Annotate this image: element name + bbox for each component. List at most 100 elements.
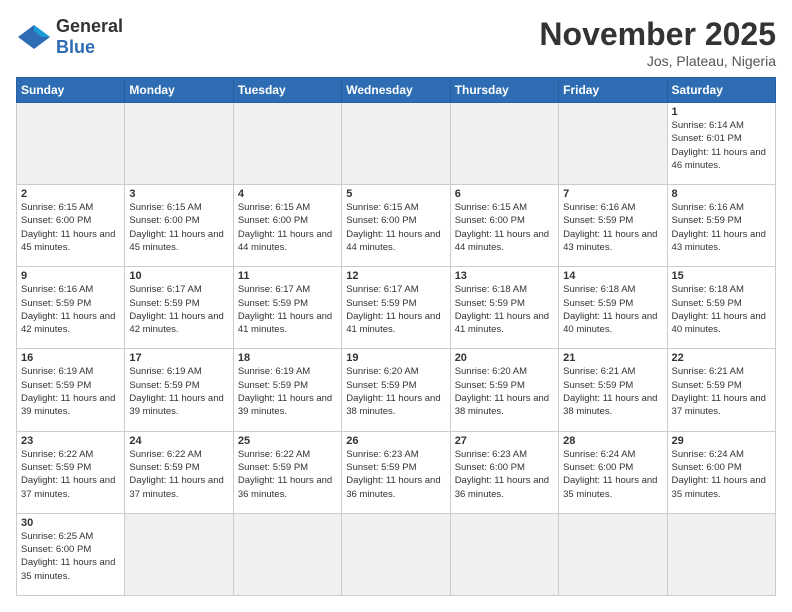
table-row: 6Sunrise: 6:15 AM Sunset: 6:00 PM Daylig… <box>450 185 558 267</box>
month-title: November 2025 <box>539 16 776 53</box>
table-row <box>450 513 558 595</box>
col-saturday: Saturday <box>667 78 775 103</box>
logo-text: General Blue <box>56 16 123 58</box>
table-row: 3Sunrise: 6:15 AM Sunset: 6:00 PM Daylig… <box>125 185 233 267</box>
day-number: 8 <box>672 188 771 200</box>
day-info: Sunrise: 6:19 AM Sunset: 5:59 PM Dayligh… <box>21 365 120 418</box>
day-number: 30 <box>21 517 120 529</box>
table-row: 27Sunrise: 6:23 AM Sunset: 6:00 PM Dayli… <box>450 431 558 513</box>
day-info: Sunrise: 6:20 AM Sunset: 5:59 PM Dayligh… <box>455 365 554 418</box>
day-number: 19 <box>346 352 445 364</box>
day-number: 26 <box>346 435 445 447</box>
day-info: Sunrise: 6:22 AM Sunset: 5:59 PM Dayligh… <box>238 448 337 501</box>
day-info: Sunrise: 6:21 AM Sunset: 5:59 PM Dayligh… <box>563 365 662 418</box>
col-thursday: Thursday <box>450 78 558 103</box>
day-info: Sunrise: 6:24 AM Sunset: 6:00 PM Dayligh… <box>672 448 771 501</box>
calendar-week-row: 23Sunrise: 6:22 AM Sunset: 5:59 PM Dayli… <box>17 431 776 513</box>
table-row: 19Sunrise: 6:20 AM Sunset: 5:59 PM Dayli… <box>342 349 450 431</box>
table-row: 8Sunrise: 6:16 AM Sunset: 5:59 PM Daylig… <box>667 185 775 267</box>
calendar-table: Sunday Monday Tuesday Wednesday Thursday… <box>16 77 776 596</box>
day-info: Sunrise: 6:17 AM Sunset: 5:59 PM Dayligh… <box>129 283 228 336</box>
day-number: 16 <box>21 352 120 364</box>
day-info: Sunrise: 6:22 AM Sunset: 5:59 PM Dayligh… <box>129 448 228 501</box>
day-info: Sunrise: 6:21 AM Sunset: 5:59 PM Dayligh… <box>672 365 771 418</box>
table-row <box>125 513 233 595</box>
table-row: 12Sunrise: 6:17 AM Sunset: 5:59 PM Dayli… <box>342 267 450 349</box>
col-wednesday: Wednesday <box>342 78 450 103</box>
table-row: 18Sunrise: 6:19 AM Sunset: 5:59 PM Dayli… <box>233 349 341 431</box>
col-sunday: Sunday <box>17 78 125 103</box>
table-row: 25Sunrise: 6:22 AM Sunset: 5:59 PM Dayli… <box>233 431 341 513</box>
day-number: 9 <box>21 270 120 282</box>
day-number: 25 <box>238 435 337 447</box>
day-number: 13 <box>455 270 554 282</box>
calendar-week-row: 9Sunrise: 6:16 AM Sunset: 5:59 PM Daylig… <box>17 267 776 349</box>
day-info: Sunrise: 6:15 AM Sunset: 6:00 PM Dayligh… <box>346 201 445 254</box>
day-info: Sunrise: 6:15 AM Sunset: 6:00 PM Dayligh… <box>21 201 120 254</box>
day-number: 24 <box>129 435 228 447</box>
table-row: 29Sunrise: 6:24 AM Sunset: 6:00 PM Dayli… <box>667 431 775 513</box>
day-number: 4 <box>238 188 337 200</box>
table-row: 7Sunrise: 6:16 AM Sunset: 5:59 PM Daylig… <box>559 185 667 267</box>
table-row: 30Sunrise: 6:25 AM Sunset: 6:00 PM Dayli… <box>17 513 125 595</box>
day-info: Sunrise: 6:17 AM Sunset: 5:59 PM Dayligh… <box>346 283 445 336</box>
day-number: 6 <box>455 188 554 200</box>
day-number: 7 <box>563 188 662 200</box>
day-number: 29 <box>672 435 771 447</box>
day-info: Sunrise: 6:18 AM Sunset: 5:59 PM Dayligh… <box>455 283 554 336</box>
table-row <box>450 103 558 185</box>
table-row: 13Sunrise: 6:18 AM Sunset: 5:59 PM Dayli… <box>450 267 558 349</box>
day-number: 17 <box>129 352 228 364</box>
day-number: 14 <box>563 270 662 282</box>
table-row <box>559 513 667 595</box>
table-row <box>559 103 667 185</box>
table-row: 17Sunrise: 6:19 AM Sunset: 5:59 PM Dayli… <box>125 349 233 431</box>
page: General Blue November 2025 Jos, Plateau,… <box>0 0 792 612</box>
day-number: 15 <box>672 270 771 282</box>
day-info: Sunrise: 6:15 AM Sunset: 6:00 PM Dayligh… <box>455 201 554 254</box>
day-info: Sunrise: 6:16 AM Sunset: 5:59 PM Dayligh… <box>563 201 662 254</box>
table-row: 2Sunrise: 6:15 AM Sunset: 6:00 PM Daylig… <box>17 185 125 267</box>
table-row <box>17 103 125 185</box>
day-number: 12 <box>346 270 445 282</box>
day-info: Sunrise: 6:19 AM Sunset: 5:59 PM Dayligh… <box>129 365 228 418</box>
calendar-week-row: 16Sunrise: 6:19 AM Sunset: 5:59 PM Dayli… <box>17 349 776 431</box>
day-number: 28 <box>563 435 662 447</box>
day-info: Sunrise: 6:16 AM Sunset: 5:59 PM Dayligh… <box>21 283 120 336</box>
day-number: 22 <box>672 352 771 364</box>
table-row: 22Sunrise: 6:21 AM Sunset: 5:59 PM Dayli… <box>667 349 775 431</box>
day-number: 10 <box>129 270 228 282</box>
title-block: November 2025 Jos, Plateau, Nigeria <box>539 16 776 69</box>
table-row: 24Sunrise: 6:22 AM Sunset: 5:59 PM Dayli… <box>125 431 233 513</box>
table-row <box>233 513 341 595</box>
table-row: 28Sunrise: 6:24 AM Sunset: 6:00 PM Dayli… <box>559 431 667 513</box>
logo: General Blue <box>16 16 123 58</box>
col-monday: Monday <box>125 78 233 103</box>
day-info: Sunrise: 6:20 AM Sunset: 5:59 PM Dayligh… <box>346 365 445 418</box>
logo-icon <box>16 23 52 51</box>
day-info: Sunrise: 6:16 AM Sunset: 5:59 PM Dayligh… <box>672 201 771 254</box>
table-row: 9Sunrise: 6:16 AM Sunset: 5:59 PM Daylig… <box>17 267 125 349</box>
calendar-week-row: 2Sunrise: 6:15 AM Sunset: 6:00 PM Daylig… <box>17 185 776 267</box>
day-number: 20 <box>455 352 554 364</box>
table-row <box>342 513 450 595</box>
day-number: 3 <box>129 188 228 200</box>
col-friday: Friday <box>559 78 667 103</box>
table-row: 26Sunrise: 6:23 AM Sunset: 5:59 PM Dayli… <box>342 431 450 513</box>
table-row <box>342 103 450 185</box>
day-info: Sunrise: 6:19 AM Sunset: 5:59 PM Dayligh… <box>238 365 337 418</box>
table-row: 20Sunrise: 6:20 AM Sunset: 5:59 PM Dayli… <box>450 349 558 431</box>
table-row: 11Sunrise: 6:17 AM Sunset: 5:59 PM Dayli… <box>233 267 341 349</box>
table-row: 14Sunrise: 6:18 AM Sunset: 5:59 PM Dayli… <box>559 267 667 349</box>
table-row: 1Sunrise: 6:14 AM Sunset: 6:01 PM Daylig… <box>667 103 775 185</box>
day-info: Sunrise: 6:18 AM Sunset: 5:59 PM Dayligh… <box>672 283 771 336</box>
day-info: Sunrise: 6:14 AM Sunset: 6:01 PM Dayligh… <box>672 119 771 172</box>
day-info: Sunrise: 6:18 AM Sunset: 5:59 PM Dayligh… <box>563 283 662 336</box>
table-row: 4Sunrise: 6:15 AM Sunset: 6:00 PM Daylig… <box>233 185 341 267</box>
table-row: 15Sunrise: 6:18 AM Sunset: 5:59 PM Dayli… <box>667 267 775 349</box>
table-row: 23Sunrise: 6:22 AM Sunset: 5:59 PM Dayli… <box>17 431 125 513</box>
table-row <box>233 103 341 185</box>
table-row: 21Sunrise: 6:21 AM Sunset: 5:59 PM Dayli… <box>559 349 667 431</box>
day-number: 1 <box>672 106 771 118</box>
day-number: 21 <box>563 352 662 364</box>
